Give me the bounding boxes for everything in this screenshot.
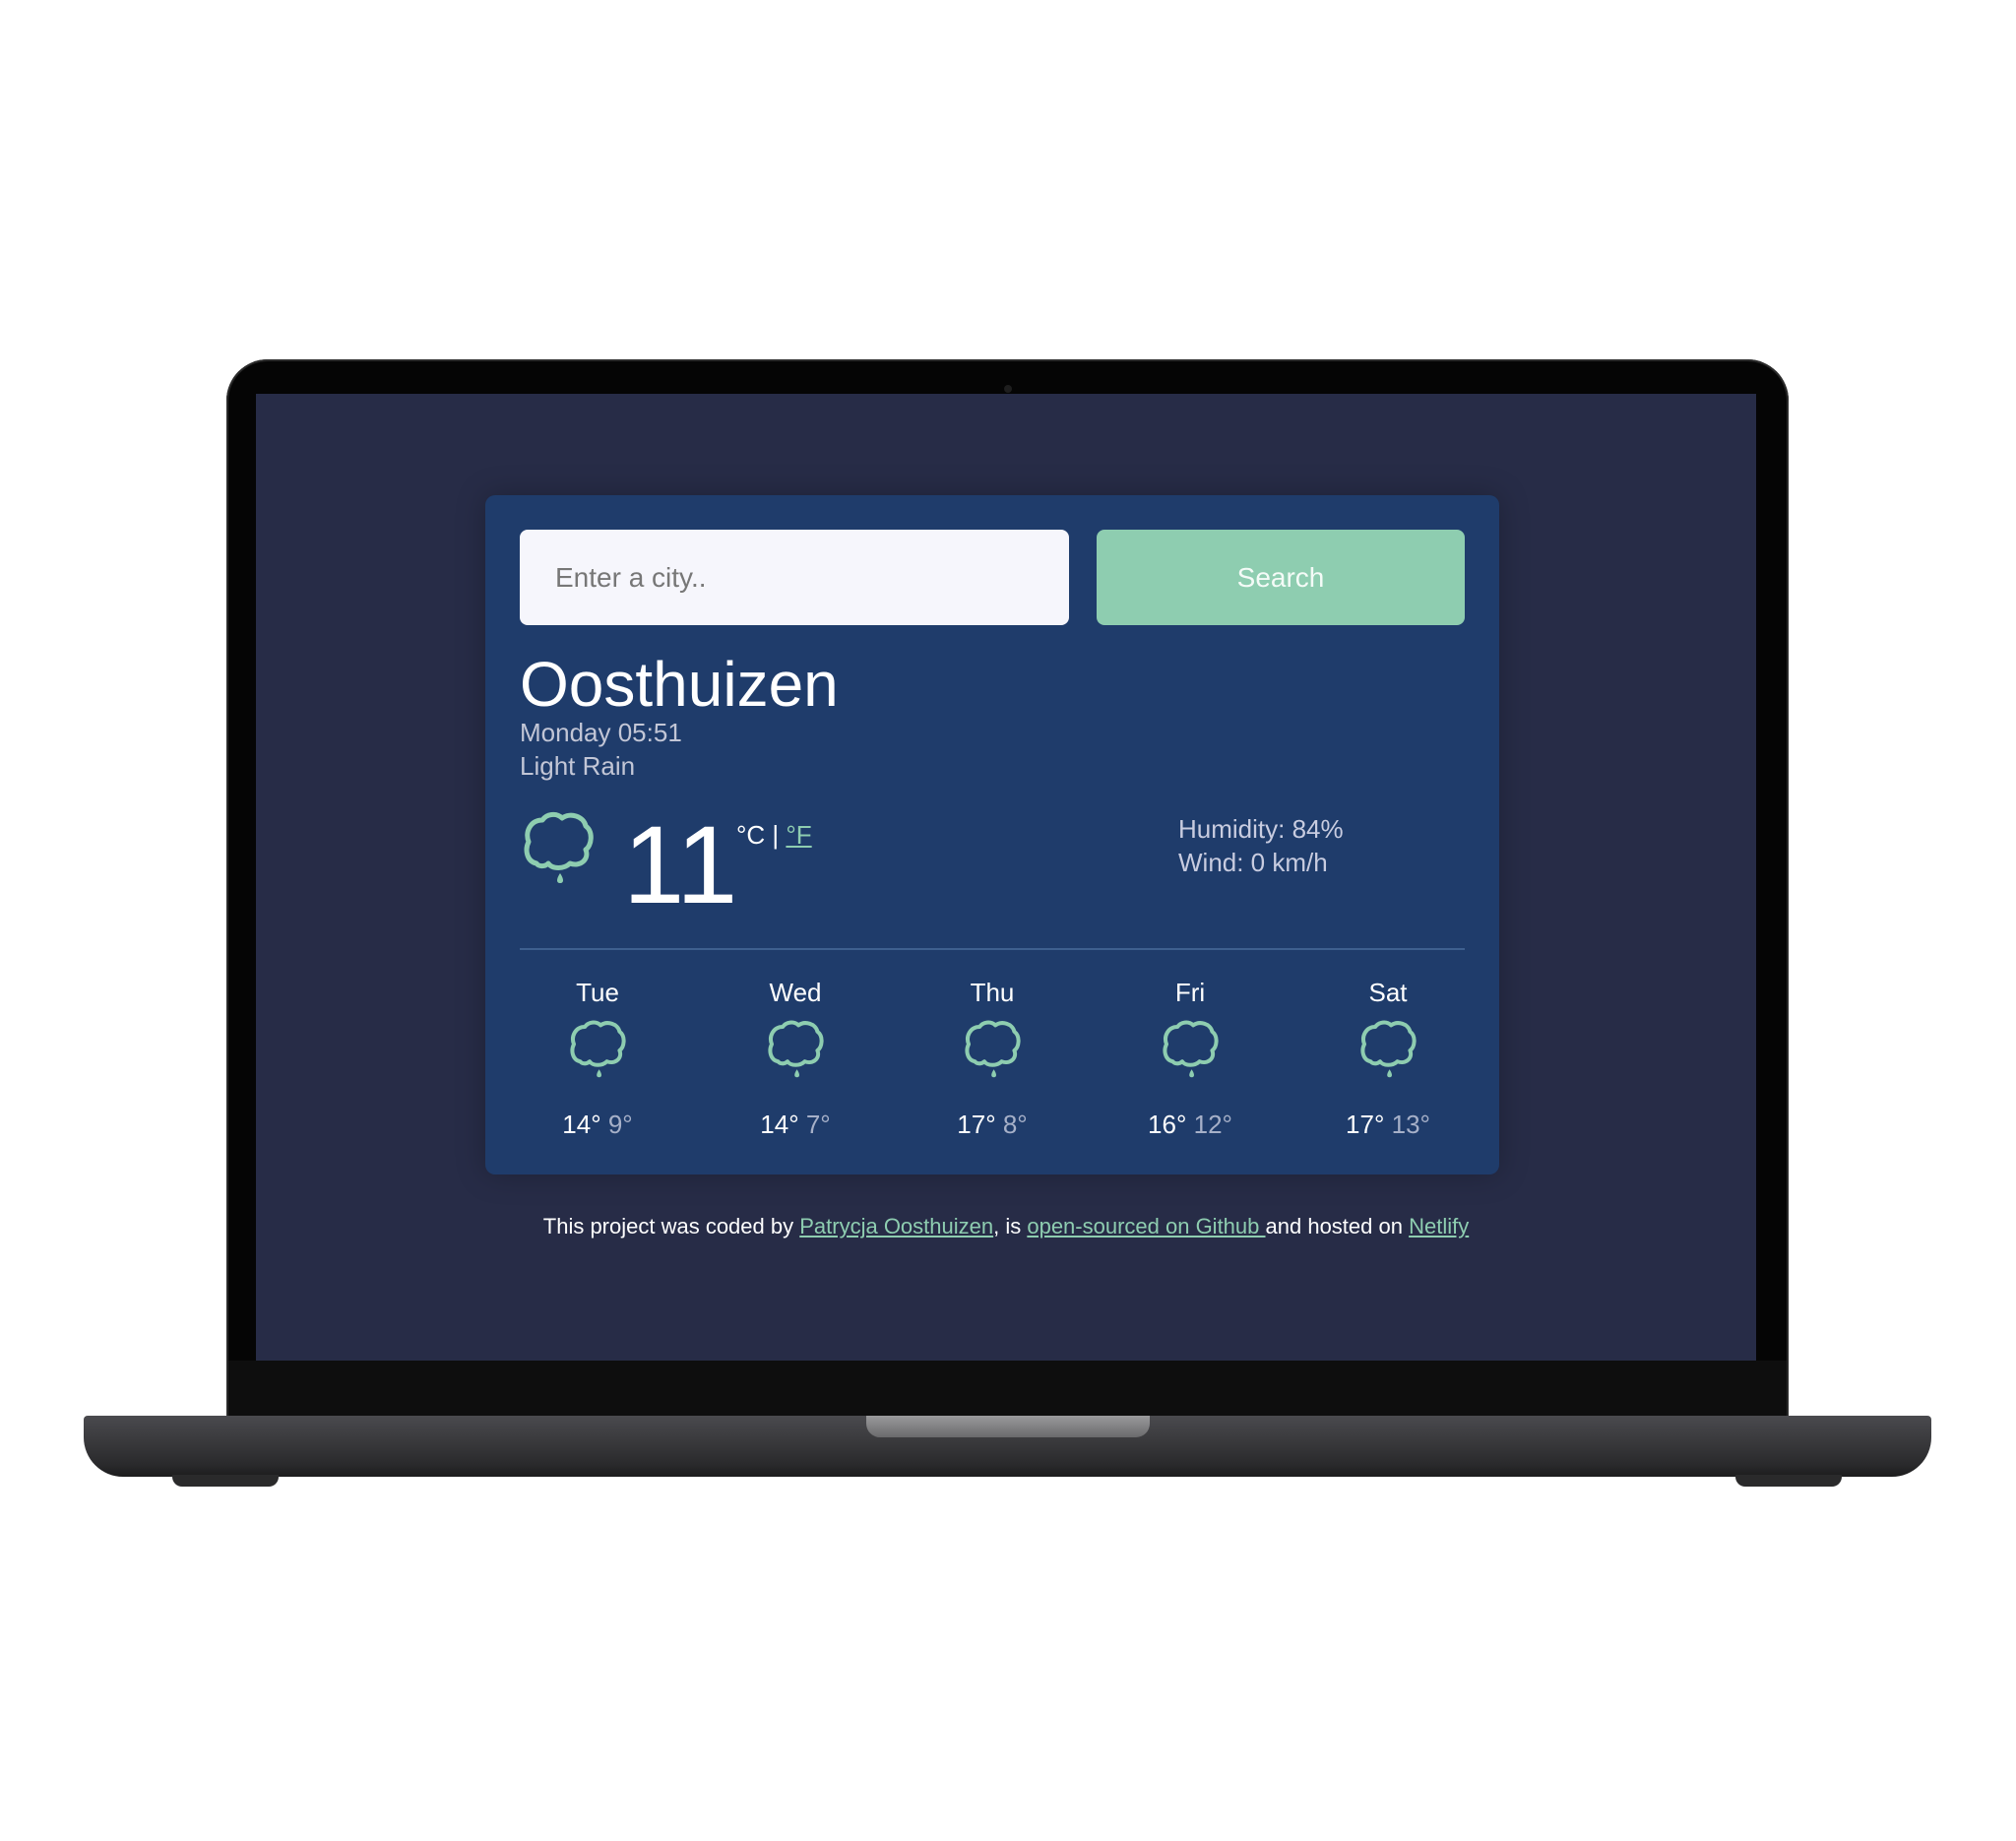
divider [520, 948, 1465, 950]
footer-text: , is [993, 1214, 1028, 1238]
search-button[interactable]: Search [1097, 530, 1465, 625]
forecast-day-name: Tue [576, 978, 619, 1007]
footer: This project was coded by Patrycja Oosth… [256, 1214, 1756, 1239]
forecast-day-name: Wed [769, 978, 822, 1007]
forecast-day: Sat 17° 13° [1314, 980, 1462, 1137]
laptop-screen: Search Oosthuizen Monday 05:51 Light Rai… [256, 394, 1756, 1361]
forecast-min-temp: 12° [1193, 1110, 1232, 1139]
forecast-min-temp: 9° [607, 1110, 633, 1139]
forecast-temperatures: 16° 12° [1116, 1111, 1264, 1137]
forecast-max-temp: 17° [957, 1110, 996, 1139]
footer-text: This project was coded by [542, 1214, 800, 1238]
forecast-min-temp: 7° [805, 1110, 831, 1139]
forecast-min-temp: 13° [1391, 1110, 1430, 1139]
forecast-max-temp: 14° [760, 1110, 799, 1139]
light-rain-cloud-icon [1360, 1020, 1417, 1078]
forecast-temperatures: 14° 7° [722, 1111, 869, 1137]
forecast-day: Fri 16° 12° [1116, 980, 1264, 1137]
forecast-min-temp: 8° [1002, 1110, 1028, 1139]
forecast-temperatures: 17° 13° [1314, 1111, 1462, 1137]
unit-toggle: °C | °F [736, 820, 812, 851]
city-search-input[interactable] [520, 530, 1069, 625]
unit-separator: | [765, 820, 787, 850]
date-time: Monday 05:51 [520, 718, 682, 747]
forecast-max-temp: 14° [562, 1110, 601, 1139]
laptop-notch [866, 1416, 1150, 1437]
laptop-foot [172, 1475, 279, 1487]
author-link[interactable]: Patrycja Oosthuizen [799, 1214, 993, 1238]
forecast-temperatures: 17° 8° [918, 1111, 1066, 1137]
netlify-link[interactable]: Netlify [1409, 1214, 1469, 1238]
humidity: Humidity: 84% [1178, 814, 1344, 844]
camera-dot [1004, 385, 1012, 393]
celsius-unit: °C [736, 820, 766, 850]
weather-description: Light Rain [520, 751, 636, 781]
forecast-day: Tue 14° 9° [524, 980, 671, 1137]
github-link[interactable]: open-sourced on Github [1027, 1214, 1265, 1238]
footer-text: and hosted on [1265, 1214, 1410, 1238]
light-rain-cloud-icon [570, 1020, 626, 1078]
wind: Wind: 0 km/h [1178, 848, 1328, 877]
current-temperature: 11 [623, 803, 738, 926]
weather-details: Humidity: 84% Wind: 0 km/h [1178, 812, 1344, 879]
forecast-max-temp: 17° [1346, 1110, 1385, 1139]
forecast-day-name: Fri [1174, 978, 1206, 1007]
laptop-foot [1735, 1475, 1842, 1487]
forecast-day: Thu 17° 8° [918, 980, 1066, 1137]
city-name: Oosthuizen [520, 649, 839, 720]
fahrenheit-link[interactable]: °F [786, 820, 811, 850]
forecast-max-temp: 16° [1148, 1110, 1187, 1139]
weather-card: Search Oosthuizen Monday 05:51 Light Rai… [485, 495, 1499, 1174]
forecast-temperatures: 14° 9° [524, 1111, 671, 1137]
light-rain-cloud-icon [768, 1020, 824, 1078]
light-rain-cloud-icon [965, 1020, 1021, 1078]
light-rain-cloud-icon [1163, 1020, 1219, 1078]
forecast-day-name: Thu [970, 978, 1015, 1007]
forecast-day-name: Sat [1368, 978, 1408, 1007]
forecast-day: Wed 14° 7° [722, 980, 869, 1137]
laptop-bezel-chin [228, 1361, 1787, 1416]
light-rain-cloud-icon [524, 811, 594, 883]
